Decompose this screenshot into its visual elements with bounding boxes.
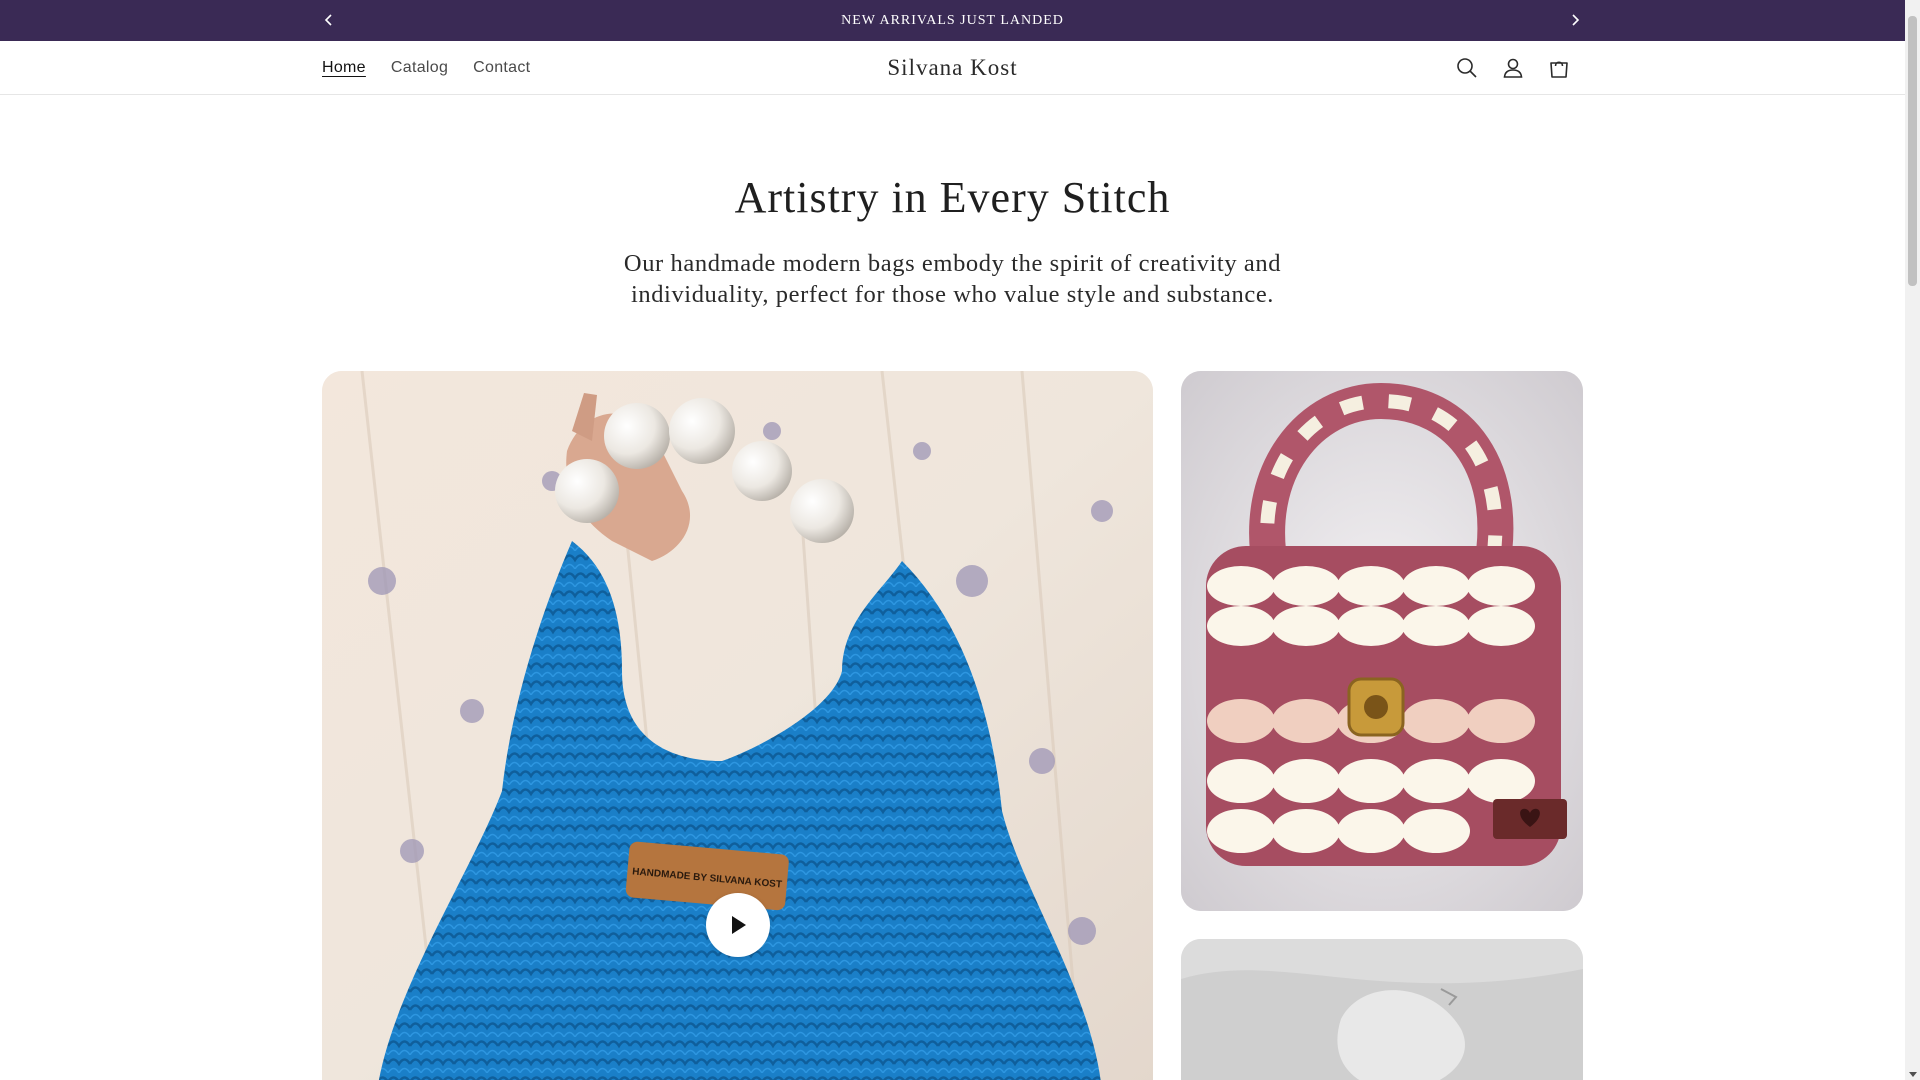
hero-subtitle: Our handmade modern bags embody the spir… (623, 250, 1282, 308)
blue-bag-image: HANDMADE BY SILVANA KOST (322, 371, 1153, 1080)
scroll-down-arrow-icon[interactable] (1909, 1072, 1917, 1077)
play-button[interactable] (706, 893, 770, 957)
rose-bag-image (1181, 371, 1583, 911)
chevron-left-icon (324, 14, 332, 26)
account-icon (1503, 58, 1523, 78)
cart-icon (1550, 61, 1568, 78)
nav-link-contact[interactable]: Contact (473, 59, 530, 77)
announcement-text: NEW ARRIVALS JUST LANDED (841, 12, 1064, 28)
scrollbar-thumb[interactable] (1908, 16, 1917, 286)
page-scrollbar[interactable] (1905, 0, 1920, 1080)
account-button[interactable] (1500, 55, 1526, 81)
nav-link-home[interactable]: Home (322, 59, 366, 77)
hero-title: Artistry in Every Stitch (734, 173, 1171, 222)
search-icon (1457, 58, 1477, 78)
announcement-bar: NEW ARRIVALS JUST LANDED (0, 0, 1905, 41)
grey-bag-image (1181, 939, 1583, 1080)
nav-link-catalog[interactable]: Catalog (391, 59, 448, 77)
cart-button[interactable] (1546, 55, 1572, 81)
site-header: Silvana Kost Home Catalog Contact (0, 41, 1905, 95)
announcement-next-button[interactable] (1563, 8, 1587, 32)
product-image-grey-bag[interactable] (1181, 939, 1583, 1080)
search-button[interactable] (1454, 55, 1480, 81)
featured-video[interactable]: HANDMADE BY SILVANA KOST (322, 371, 1153, 1080)
announcement-prev-button[interactable] (317, 8, 341, 32)
play-icon (732, 916, 746, 934)
header-icons (1454, 41, 1572, 95)
main-nav: Home Catalog Contact (322, 41, 530, 95)
brand-logo-text[interactable]: Silvana Kost (887, 55, 1017, 81)
product-image-rose-bag[interactable] (1181, 371, 1583, 911)
chevron-right-icon (1572, 14, 1580, 26)
brand-wrapper: Silvana Kost (0, 41, 1905, 95)
